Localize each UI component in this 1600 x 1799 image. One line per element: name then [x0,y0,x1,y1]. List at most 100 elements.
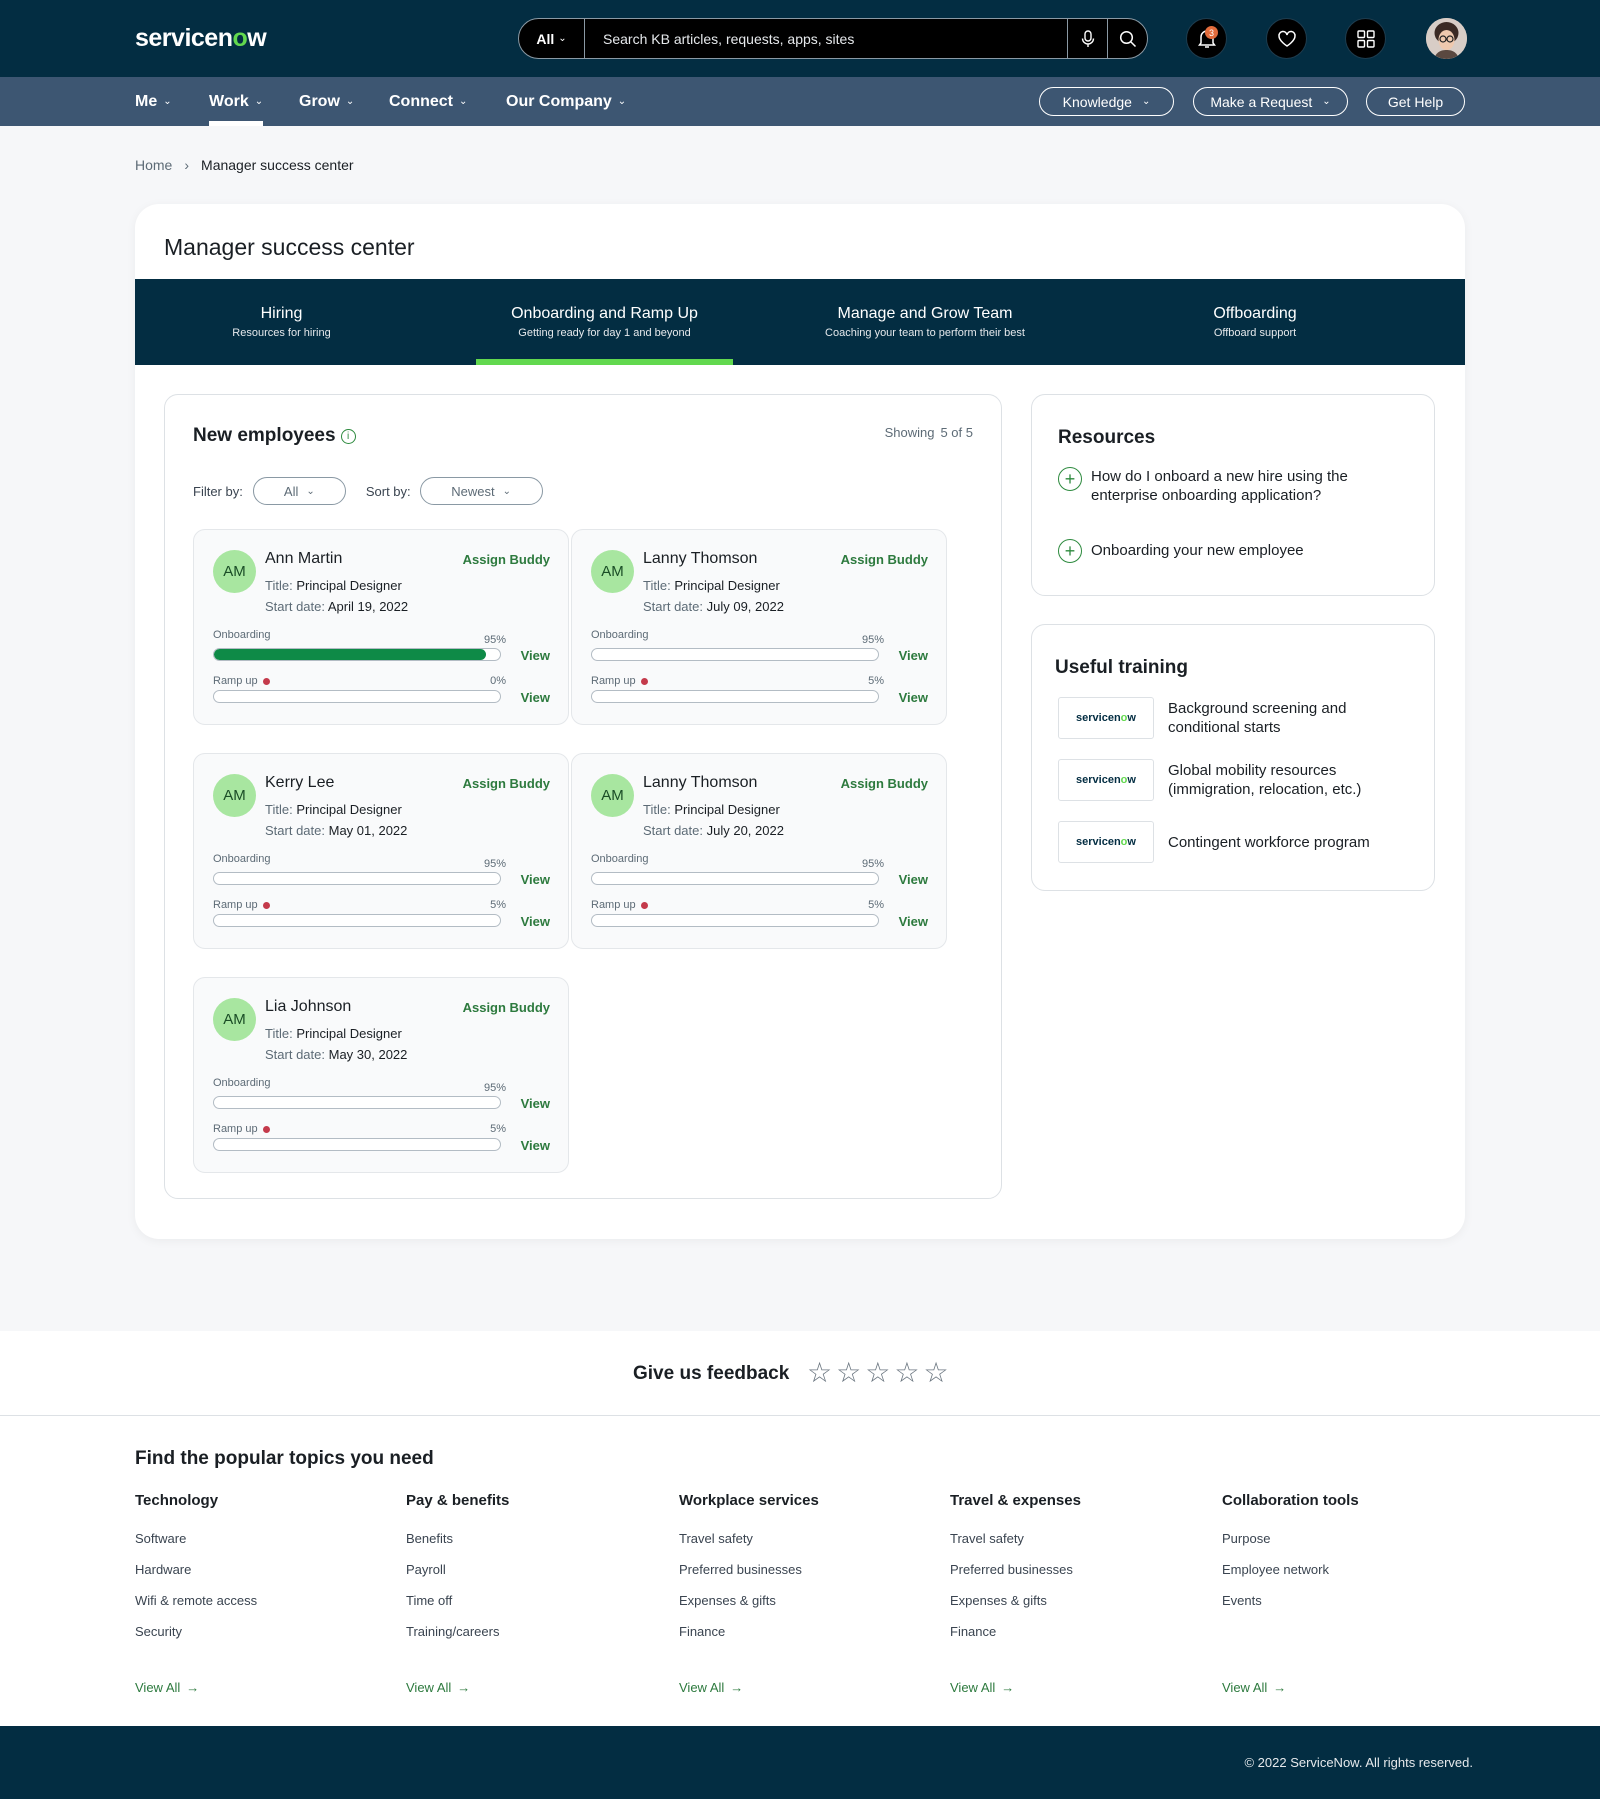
view-onboarding-link[interactable]: View [899,872,928,887]
chevron-down-icon: ⌄ [558,33,567,44]
tab-onboarding[interactable]: Onboarding and Ramp Up Getting ready for… [476,279,733,365]
nav-item-work[interactable]: Work ⌄ [209,77,264,126]
search-scope-dropdown[interactable]: All ⌄ [519,19,585,58]
star-icon[interactable]: ☆ [894,1359,919,1387]
view-onboarding-link[interactable]: View [521,872,550,887]
onboarding-progress-bar [591,648,879,661]
view-all-link[interactable]: View All → [679,1680,743,1695]
topic-link[interactable]: Employee network [1222,1562,1472,1593]
view-rampup-link[interactable]: View [521,1138,550,1153]
training-item-global-mobility[interactable]: servicen o w Global mobility resources (im… [1058,759,1408,801]
topic-link[interactable]: Finance [679,1624,929,1655]
topic-link[interactable]: Software [135,1531,385,1562]
knowledge-button[interactable]: Knowledge ⌄ [1039,87,1174,116]
main-nav: Me ⌄ Work ⌄ Grow ⌄ Connect ⌄ Our Company ⌄ Kn… [0,77,1600,126]
view-rampup-link[interactable]: View [521,914,550,929]
plus-circle-icon: + [1058,467,1082,491]
manager-success-card: Manager success center Hiring Resources … [135,204,1465,1239]
microphone-icon [1081,29,1094,47]
topic-link[interactable]: Events [1222,1593,1472,1624]
global-search: All ⌄ Search KB articles, requests, apps… [518,18,1148,59]
view-all-link[interactable]: View All → [406,1680,470,1695]
topic-link[interactable]: Preferred businesses [679,1562,929,1593]
nav-item-me[interactable]: Me ⌄ [135,77,172,126]
view-onboarding-link[interactable]: View [521,1096,550,1111]
view-all-link[interactable]: View All → [950,1680,1014,1695]
topic-link[interactable]: Training/careers [406,1624,656,1655]
employee-title: Title: Principal Designer [265,1026,402,1041]
view-all-link[interactable]: View All → [1222,1680,1286,1695]
topic-link[interactable]: Travel safety [950,1531,1200,1562]
star-icon[interactable]: ☆ [923,1359,948,1387]
tab-manage-grow[interactable]: Manage and Grow Team Coaching your team … [775,279,1075,365]
view-rampup-link[interactable]: View [521,690,550,705]
notifications-button[interactable]: 3 [1186,18,1227,59]
get-help-button[interactable]: Get Help [1366,87,1465,116]
onboarding-label: Onboarding [213,629,271,641]
favorites-button[interactable] [1266,18,1307,59]
topic-link[interactable]: Finance [950,1624,1200,1655]
assign-buddy-link[interactable]: Assign Buddy [463,1000,550,1015]
tab-sublabel: Resources for hiring [232,327,331,339]
topic-link[interactable]: Expenses & gifts [679,1593,929,1624]
new-employees-title: New employees i [193,425,356,447]
search-button[interactable] [1107,19,1147,58]
topic-link[interactable]: Security [135,1624,385,1655]
topic-link[interactable]: Preferred businesses [950,1562,1200,1593]
sort-dropdown[interactable]: Newest ⌄ [419,477,543,505]
user-avatar[interactable] [1426,18,1467,59]
assign-buddy-link[interactable]: Assign Buddy [463,776,550,791]
training-item-background-screening[interactable]: servicen o w Background screening and cond… [1058,697,1408,739]
topic-link[interactable]: Purpose [1222,1531,1472,1562]
nav-item-connect[interactable]: Connect ⌄ [389,77,467,126]
nav-item-our-company[interactable]: Our Company ⌄ [506,77,626,126]
servicenow-logo[interactable]: servicenow [135,24,267,53]
employee-name: Lia Johnson [265,998,352,1015]
page-title: Manager success center [164,234,415,260]
nav-item-grow[interactable]: Grow ⌄ [299,77,354,126]
topic-link[interactable]: Payroll [406,1562,656,1593]
rampup-progress-bar [213,1138,501,1151]
topic-link[interactable]: Expenses & gifts [950,1593,1200,1624]
view-onboarding-link[interactable]: View [521,648,550,663]
search-input[interactable]: Search KB articles, requests, apps, site… [585,31,1067,47]
assign-buddy-link[interactable]: Assign Buddy [841,552,928,567]
rampup-percent: 5% [868,675,884,687]
view-rampup-link[interactable]: View [899,690,928,705]
breadcrumb-home[interactable]: Home [135,157,172,173]
make-request-button[interactable]: Make a Request ⌄ [1193,87,1348,116]
voice-search-button[interactable] [1067,19,1107,58]
apps-button[interactable] [1345,18,1386,59]
topic-link[interactable]: Time off [406,1593,656,1624]
employee-title: Title: Principal Designer [643,578,780,593]
topic-link[interactable]: Hardware [135,1562,385,1593]
topic-column: Travel & expenses Travel safety Preferred … [950,1492,1200,1655]
breadcrumb-current: Manager success center [201,157,354,173]
rampup-percent: 0% [490,675,506,687]
topic-link[interactable]: Travel safety [679,1531,929,1562]
view-all-link[interactable]: View All → [135,1680,199,1695]
topic-link[interactable]: Benefits [406,1531,656,1562]
tab-hiring[interactable]: Hiring Resources for hiring [135,279,428,365]
chevron-down-icon: ⌄ [254,96,264,107]
plus-circle-icon: + [1058,539,1082,563]
resource-link-onboard-new-hire[interactable]: + How do I onboard a new hire using the … [1058,467,1408,505]
assign-buddy-link[interactable]: Assign Buddy [463,552,550,567]
view-rampup-link[interactable]: View [899,914,928,929]
star-icon[interactable]: ☆ [836,1359,861,1387]
employee-name: Kerry Lee [265,774,335,791]
onboarding-percent: 95% [483,1082,506,1094]
info-icon[interactable]: i [340,428,356,444]
view-onboarding-link[interactable]: View [899,648,928,663]
filter-dropdown[interactable]: All ⌄ [252,477,346,505]
tab-offboarding[interactable]: Offboarding Offboard support [1135,279,1375,365]
topic-heading: Collaboration tools [1222,1492,1359,1509]
assign-buddy-link[interactable]: Assign Buddy [841,776,928,791]
star-icon[interactable]: ☆ [865,1359,890,1387]
employee-avatar: AM [213,998,256,1041]
topic-heading: Technology [135,1492,219,1509]
topic-link[interactable]: Wifi & remote access [135,1593,385,1624]
training-item-contingent-workforce[interactable]: servicen o w Contingent workforce program [1058,821,1408,863]
resource-link-onboarding-employee[interactable]: + Onboarding your new employee [1058,539,1408,563]
star-icon[interactable]: ☆ [807,1359,832,1387]
